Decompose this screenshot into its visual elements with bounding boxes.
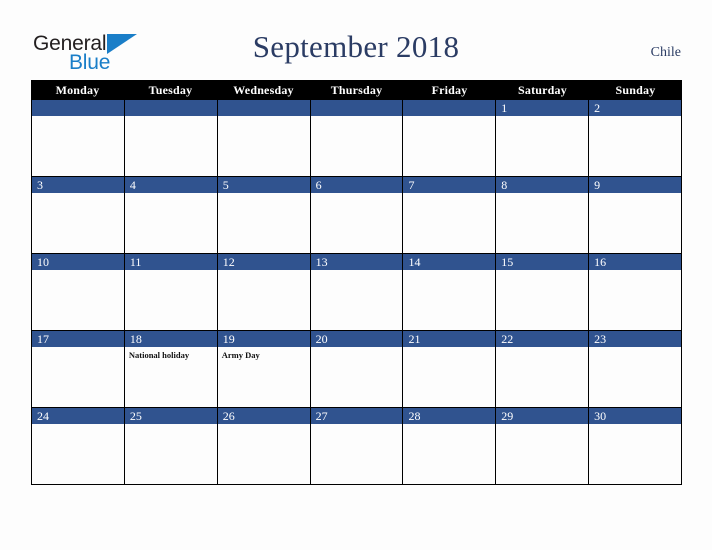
day-cell-25[interactable]: 25 [123,408,217,485]
day-cell-8[interactable]: 8 [495,177,589,254]
day-number: 10 [32,254,124,270]
day-events: Army Day [218,347,310,361]
day-number: 14 [403,254,496,270]
day-number: 30 [589,408,682,424]
page-title: September 2018 [252,29,460,64]
day-cell-16[interactable]: 16 [588,254,683,331]
page-header: General Blue September 2018 Chile [0,0,712,80]
day-cell-23[interactable]: 23 [588,331,683,408]
day-number: 8 [496,177,589,193]
country-label: Chile [650,45,681,60]
day-number: 4 [124,177,217,193]
day-cell-12[interactable]: 12 [216,254,310,331]
day-cell-2[interactable]: 2 [588,100,683,177]
day-cell-15[interactable]: 15 [495,254,589,331]
day-number: 6 [310,177,403,193]
weekday-header-row: Monday Tuesday Wednesday Thursday Friday Satu… [31,80,682,100]
calendar-week-row: 10 11 12 13 14 15 16 [31,254,683,331]
calendar-week-row: 17 18 National holiday 19 Army Day 20 21 22 23 [31,331,683,408]
weekday-header-monday: Monday [55,83,100,97]
day-number: 29 [496,408,589,424]
day-number: 17 [32,331,124,347]
weekday-header-sunday: Sunday [615,83,656,97]
day-number: 23 [589,331,682,347]
day-cell-19[interactable]: 19 Army Day [216,331,310,408]
day-number [403,100,496,116]
day-number: 27 [310,408,403,424]
day-cell-9[interactable]: 9 [588,177,683,254]
day-cell-3[interactable]: 3 [31,177,124,254]
day-number: 22 [496,331,589,347]
day-number: 5 [217,177,310,193]
day-number: 19 [217,331,310,347]
calendar-grid: Monday Tuesday Wednesday Thursday Friday Satu… [31,80,683,485]
day-events: National holiday [125,347,217,361]
day-cell-13[interactable]: 13 [309,254,403,331]
weekday-header-wednesday: Wednesday [233,83,294,97]
day-cell-26[interactable]: 26 [216,408,310,485]
day-cell-17[interactable]: 17 [31,331,124,408]
day-cell-21[interactable]: 21 [402,331,496,408]
calendar-week-row: 24 25 26 27 28 29 30 [31,408,683,485]
day-cell-24[interactable]: 24 [31,408,124,485]
calendar-weeks: 1 2 3 4 5 6 7 8 9 10 11 12 13 14 15 16 17 18 National holi… [31,100,683,485]
holiday-label: Army Day [221,350,260,360]
day-cell-6[interactable]: 6 [309,177,403,254]
day-cell-10[interactable]: 10 [31,254,124,331]
day-number: 24 [32,408,124,424]
day-cell-27[interactable]: 27 [309,408,403,485]
day-cell-11[interactable]: 11 [123,254,217,331]
day-cell-empty [402,100,496,177]
day-cell-28[interactable]: 28 [402,408,496,485]
weekday-header-friday: Friday [431,83,468,97]
day-cell-22[interactable]: 22 [495,331,589,408]
day-cell-20[interactable]: 20 [309,331,403,408]
holiday-label: National holiday [128,350,190,360]
day-cell-1[interactable]: 1 [495,100,589,177]
day-cell-4[interactable]: 4 [123,177,217,254]
day-cell-14[interactable]: 14 [402,254,496,331]
day-cell-empty [216,100,310,177]
day-number [124,100,217,116]
day-cell-30[interactable]: 30 [588,408,683,485]
day-number: 3 [32,177,124,193]
day-cell-empty [123,100,217,177]
day-number [32,100,124,116]
day-number: 28 [403,408,496,424]
calendar-week-row: 3456789 [31,177,683,254]
day-number: 15 [496,254,589,270]
day-cell-5[interactable]: 5 [216,177,310,254]
day-cell-18[interactable]: 18 National holiday [123,331,217,408]
day-number: 7 [403,177,496,193]
day-number [310,100,403,116]
day-number: 21 [403,331,496,347]
day-number: 13 [310,254,403,270]
calendar-week-row: 12 [31,100,683,177]
day-number: 9 [589,177,682,193]
day-number: 11 [124,254,217,270]
day-cell-empty [309,100,403,177]
day-number: 2 [589,100,682,116]
day-number: 26 [217,408,310,424]
day-cell-7[interactable]: 7 [402,177,496,254]
weekday-header-thursday: Thursday [330,83,383,97]
day-number: 12 [217,254,310,270]
calendar-page: General Blue September 2018 Chile Monday… [0,0,712,550]
weekday-header-saturday: Saturday [518,83,567,97]
day-cell-empty [31,100,124,177]
day-number: 1 [496,100,589,116]
day-number: 20 [310,331,403,347]
day-number [217,100,310,116]
day-number: 18 [124,331,217,347]
day-number: 16 [589,254,682,270]
day-number: 25 [124,408,217,424]
weekday-header-tuesday: Tuesday [148,83,193,97]
day-cell-29[interactable]: 29 [495,408,589,485]
